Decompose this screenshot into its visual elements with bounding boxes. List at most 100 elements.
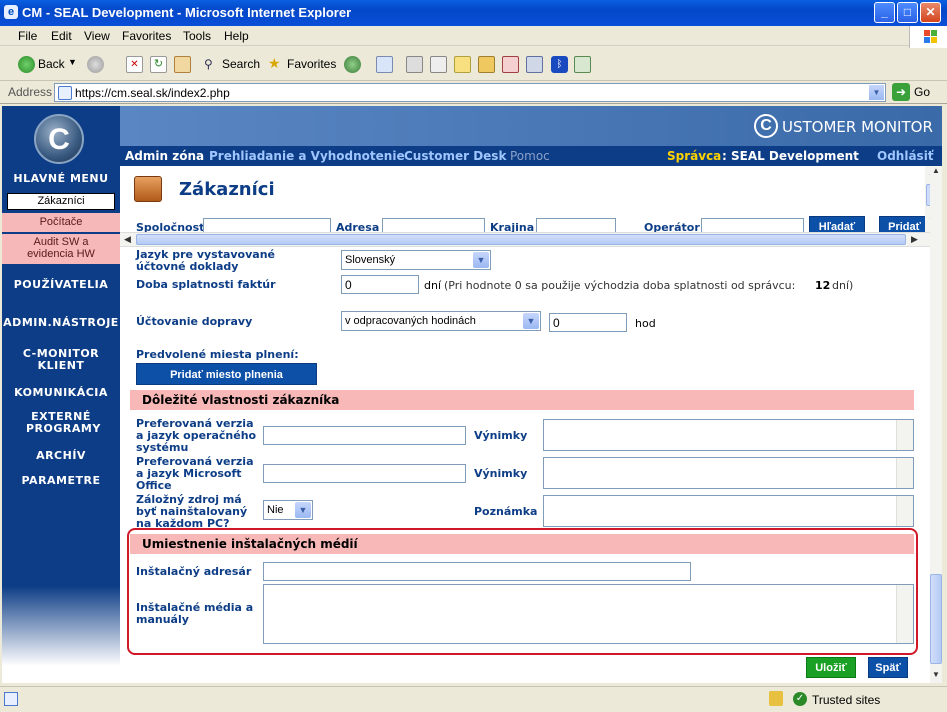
textarea-scrollbar[interactable] bbox=[896, 496, 913, 526]
refresh-icon[interactable]: ↻ bbox=[150, 56, 167, 73]
trusted-check-icon: ✓ bbox=[793, 692, 807, 706]
filter-operator-label: Operátor bbox=[644, 221, 700, 233]
menu-file[interactable]: File bbox=[18, 29, 37, 43]
address-dropdown-icon[interactable]: ▼ bbox=[869, 85, 884, 100]
sidebar-users[interactable]: POUŽÍVATELIA bbox=[2, 278, 120, 291]
back-arrow-icon[interactable] bbox=[18, 56, 35, 73]
textarea-scrollbar[interactable] bbox=[896, 420, 913, 450]
network-icon[interactable] bbox=[574, 56, 591, 73]
go-arrow-icon[interactable]: ➜ bbox=[892, 83, 910, 101]
page-status-icon bbox=[4, 692, 18, 706]
filter-country-input[interactable] bbox=[536, 218, 616, 232]
address-url: https://cm.seal.sk/index2.php bbox=[75, 86, 230, 100]
sidebar-main-menu[interactable]: HLAVNÉ MENU bbox=[2, 172, 120, 185]
home-icon[interactable] bbox=[174, 56, 191, 73]
sidebar-parameters[interactable]: PARAMETRE bbox=[2, 474, 120, 487]
ups-value: Nie bbox=[267, 504, 284, 516]
nav-customer-desk[interactable]: Customer Desk bbox=[404, 149, 506, 163]
transport-select[interactable]: v odpracovaných hodinách ▼ bbox=[341, 311, 541, 331]
filter-address-input[interactable] bbox=[382, 218, 485, 232]
sidebar-external-programs[interactable]: EXTERNÉ PROGRAMY bbox=[2, 411, 120, 435]
window-title-bar: e CM - SEAL Development - Microsoft Inte… bbox=[0, 0, 947, 26]
due-unit: dní bbox=[424, 279, 442, 292]
menu-favorites[interactable]: Favorites bbox=[122, 29, 171, 43]
address-input[interactable]: https://cm.seal.sk/index2.php ▼ bbox=[54, 83, 886, 102]
ups-select[interactable]: Nie ▼ bbox=[263, 500, 313, 520]
office-pref-input[interactable] bbox=[263, 464, 466, 483]
sidebar-archive[interactable]: ARCHÍV bbox=[2, 449, 120, 462]
filter-add-button[interactable]: Pridať bbox=[879, 216, 930, 232]
maximize-button[interactable]: □ bbox=[897, 2, 918, 23]
lang-invoice-select[interactable]: Slovenský ▼ bbox=[341, 250, 491, 270]
scroll-left-icon[interactable]: ◀ bbox=[121, 234, 134, 246]
stop-icon[interactable]: ✕ bbox=[126, 56, 143, 73]
office-pref-label: Preferovaná verzia a jazyk Microsoft Off… bbox=[136, 455, 254, 492]
inner-horizontal-scrollbar[interactable]: ◀ ▶ bbox=[120, 232, 930, 247]
search-button[interactable]: Search bbox=[222, 57, 260, 71]
research-icon[interactable] bbox=[478, 56, 495, 73]
back-button[interactable]: Späť bbox=[868, 657, 908, 678]
sidebar-cmonitor-client[interactable]: C-MONITOR KLIENT bbox=[2, 348, 120, 372]
nav-logout[interactable]: Odhlásiť bbox=[877, 149, 934, 163]
sidebar-item-customers[interactable]: Zákazníci bbox=[7, 193, 115, 210]
textarea-scrollbar[interactable] bbox=[896, 585, 913, 643]
os-pref-input[interactable] bbox=[263, 426, 466, 445]
minimize-button[interactable]: _ bbox=[874, 2, 895, 23]
horizontal-scroll-thumb[interactable] bbox=[136, 234, 906, 245]
search-icon[interactable]: ⚲ bbox=[204, 57, 213, 71]
window-title: CM - SEAL Development - Microsoft Intern… bbox=[22, 5, 352, 20]
sidebar-item-audit[interactable]: Audit SW a evidencia HW bbox=[2, 234, 120, 264]
os-exceptions-textarea[interactable] bbox=[543, 419, 914, 451]
add-place-button[interactable]: Pridať miesto plnenia bbox=[136, 363, 317, 385]
install-media-textarea[interactable] bbox=[263, 584, 914, 644]
nav-admin-zone[interactable]: Admin zóna bbox=[125, 149, 204, 163]
favorites-button[interactable]: Favorites bbox=[287, 57, 336, 71]
back-button[interactable]: Back bbox=[38, 57, 65, 71]
favorites-star-icon[interactable]: ★ bbox=[268, 55, 281, 72]
transport-hours-input[interactable]: 0 bbox=[549, 313, 627, 332]
install-dir-label: Inštalačný adresár bbox=[136, 565, 252, 578]
due-input[interactable]: 0 bbox=[341, 275, 419, 294]
textarea-scrollbar[interactable] bbox=[896, 458, 913, 488]
due-note-end: dní) bbox=[832, 279, 854, 292]
bluetooth-icon[interactable]: ᛒ bbox=[551, 56, 568, 73]
lock-icon bbox=[769, 691, 783, 706]
back-dropdown-icon[interactable]: ▼ bbox=[68, 57, 77, 67]
sidebar-item-computers[interactable]: Počítače bbox=[2, 213, 120, 232]
office-exceptions-textarea[interactable] bbox=[543, 457, 914, 489]
address-bar: Address https://cm.seal.sk/index2.php ▼ … bbox=[0, 81, 947, 104]
scroll-up-icon[interactable]: ▲ bbox=[930, 166, 942, 178]
menu-help[interactable]: Help bbox=[224, 29, 249, 43]
save-button[interactable]: Uložiť bbox=[806, 657, 856, 678]
history-icon[interactable] bbox=[344, 56, 361, 73]
go-button[interactable]: Go bbox=[914, 85, 930, 99]
page-vertical-scrollbar[interactable]: ▲ ▼ bbox=[930, 166, 942, 683]
print-icon[interactable] bbox=[406, 56, 423, 73]
menu-view[interactable]: View bbox=[84, 29, 110, 43]
install-dir-input[interactable] bbox=[263, 562, 691, 581]
messenger-icon[interactable] bbox=[502, 56, 519, 73]
mail-icon[interactable] bbox=[376, 56, 393, 73]
sidebar-admin-tools[interactable]: ADMIN.NÁSTROJE bbox=[2, 316, 120, 329]
browser-toolbar: Back ▼ ✕ ↻ ⚲ Search ★ Favorites ᛒ bbox=[0, 49, 947, 81]
edit-icon[interactable] bbox=[430, 56, 447, 73]
filter-operator-input[interactable] bbox=[701, 218, 804, 232]
filter-search-button[interactable]: Hľadať bbox=[809, 216, 865, 232]
filter-company-input[interactable] bbox=[203, 218, 331, 232]
nav-review[interactable]: Prehliadanie a Vyhodnotenie bbox=[209, 149, 405, 163]
due-label: Doba splatnosti faktúr bbox=[136, 278, 276, 291]
scroll-right-icon[interactable]: ▶ bbox=[908, 234, 921, 246]
sidebar-communication[interactable]: KOMUNIKÁCIA bbox=[2, 386, 120, 399]
scroll-down-icon[interactable]: ▼ bbox=[930, 670, 942, 682]
page-scroll-thumb[interactable] bbox=[930, 574, 942, 664]
cm-logo: C bbox=[34, 114, 84, 164]
menu-tools[interactable]: Tools bbox=[183, 29, 211, 43]
note-textarea[interactable] bbox=[543, 495, 914, 527]
nav-help[interactable]: Pomoc bbox=[510, 149, 550, 163]
forward-arrow-icon[interactable] bbox=[87, 56, 104, 73]
filter-row: Spoločnosť Adresa Krajina Operátor Hľada… bbox=[120, 216, 930, 232]
discuss-icon[interactable] bbox=[454, 56, 471, 73]
tools-icon[interactable] bbox=[526, 56, 543, 73]
menu-edit[interactable]: Edit bbox=[51, 29, 72, 43]
close-button[interactable]: ✕ bbox=[920, 2, 941, 23]
